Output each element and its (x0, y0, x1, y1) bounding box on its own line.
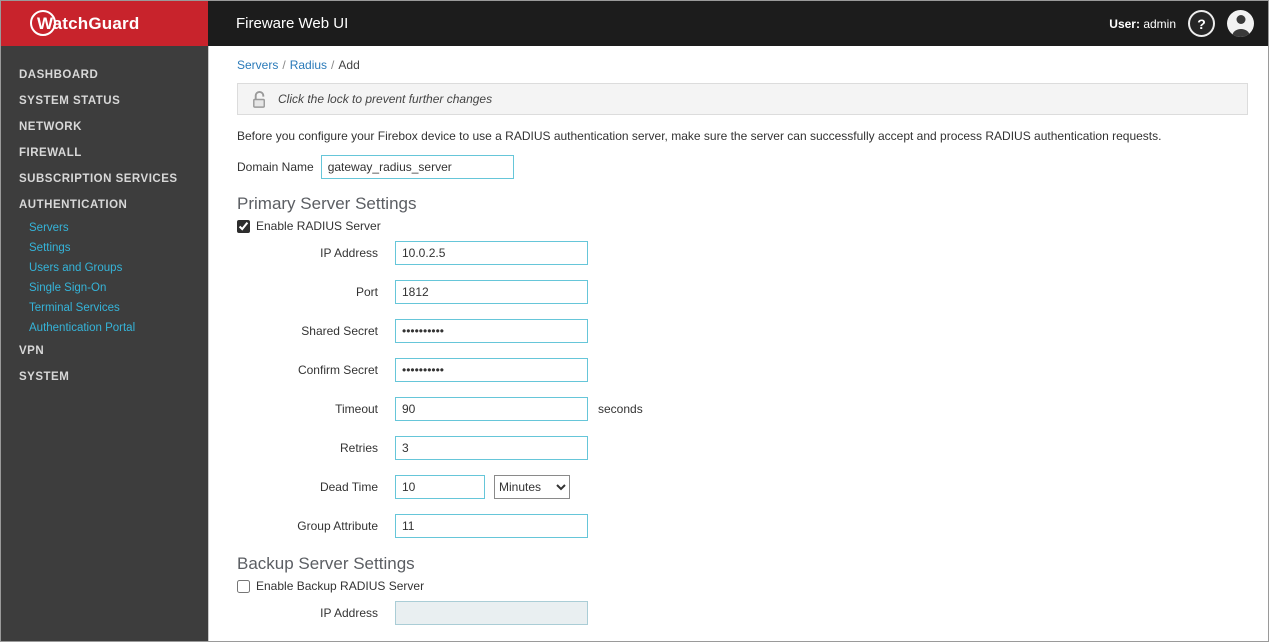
breadcrumb-link-radius[interactable]: Radius (290, 58, 327, 72)
shared-secret-label: Shared Secret (301, 324, 378, 338)
enable-radius-server-row[interactable]: Enable RADIUS Server (237, 219, 1248, 233)
watchguard-logo[interactable]: WatchGuard (1, 1, 208, 46)
watchguard-logo-text: WatchGuard (37, 13, 140, 33)
app-title: Fireware Web UI (236, 15, 349, 32)
enable-backup-radius-server-label: Enable Backup RADIUS Server (256, 579, 425, 593)
retries-label: Retries (339, 441, 378, 455)
retries-row: Retries (237, 436, 1248, 460)
sidebar-item-servers[interactable]: Servers (1, 218, 208, 238)
retries-input[interactable] (395, 436, 588, 460)
dead-time-unit-select[interactable]: Minutes (494, 475, 570, 499)
confirm-secret-input[interactable] (395, 358, 588, 382)
sidebar-item-subscription-services[interactable]: SUBSCRIPTION SERVICES (1, 166, 208, 192)
body-row: DASHBOARD SYSTEM STATUS NETWORK FIREWALL… (1, 46, 1268, 641)
domain-name-input[interactable] (320, 155, 514, 179)
sidebar-item-authentication[interactable]: AUTHENTICATION (1, 192, 208, 218)
fireware-web-ui-window: WatchGuard Fireware Web UI User: admin ?… (0, 0, 1269, 642)
dead-time-input[interactable] (395, 475, 485, 499)
breadcrumb-current: Add (338, 58, 360, 72)
main-content: Servers / Radius / Add Click the lock to pre… (208, 46, 1268, 641)
group-attribute-row: Group Attribute (237, 514, 1248, 538)
sidebar-item-terminal-services[interactable]: Terminal Services (1, 298, 208, 318)
sidebar-item-firewall[interactable]: FIREWALL (1, 140, 208, 166)
enable-backup-radius-server-row[interactable]: Enable Backup RADIUS Server (237, 579, 1248, 593)
sidebar-item-single-sign-on[interactable]: Single Sign-On (1, 278, 208, 298)
shared-secret-input[interactable] (395, 319, 588, 343)
intro-text: Before you configure your Firebox device… (237, 129, 1162, 143)
avatar-head-shape (1236, 15, 1245, 24)
dead-time-row: Dead Time Minutes (237, 475, 1248, 499)
domain-name-row: Domain Name (237, 155, 1248, 179)
backup-ip-address-label: IP Address (320, 606, 378, 620)
help-glyph: ? (1197, 15, 1206, 32)
sidebar-item-settings[interactable]: Settings (1, 238, 208, 258)
group-attribute-input[interactable] (395, 514, 588, 538)
timeout-label: Timeout (335, 402, 378, 416)
port-label: Port (355, 285, 378, 299)
avatar-body-shape (1232, 29, 1249, 37)
timeout-input[interactable] (395, 397, 588, 421)
group-attribute-label: Group Attribute (297, 519, 378, 533)
topbar-right: User: admin ? (1109, 10, 1268, 37)
sidebar-item-system-status[interactable]: SYSTEM STATUS (1, 88, 208, 114)
lock-banner[interactable]: Click the lock to prevent further change… (237, 83, 1248, 115)
breadcrumb-link-servers[interactable]: Servers (237, 58, 278, 72)
enable-backup-radius-server-checkbox[interactable] (237, 579, 250, 593)
backup-ip-address-row: IP Address (237, 601, 1248, 625)
sidebar-item-users-and-groups[interactable]: Users and Groups (1, 258, 208, 278)
user-indicator: User: admin (1109, 17, 1176, 31)
backup-ip-address-input (395, 601, 588, 625)
top-bar: WatchGuard Fireware Web UI User: admin ? (1, 1, 1268, 46)
lock-notice-text: Click the lock to prevent further change… (278, 92, 493, 106)
user-name: admin (1143, 16, 1176, 31)
sidebar-item-vpn[interactable]: VPN (1, 338, 208, 364)
ip-address-label: IP Address (320, 246, 378, 260)
domain-name-label: Domain Name (237, 160, 314, 174)
breadcrumb: Servers / Radius / Add (237, 58, 1248, 73)
sidebar-item-network[interactable]: NETWORK (1, 114, 208, 140)
enable-radius-server-checkbox[interactable] (237, 219, 250, 233)
timeout-suffix: seconds (598, 402, 643, 416)
confirm-secret-row: Confirm Secret (237, 358, 1248, 382)
breadcrumb-separator: / (331, 58, 335, 72)
confirm-secret-label: Confirm Secret (297, 363, 378, 377)
shared-secret-row: Shared Secret (237, 319, 1248, 343)
sidebar-nav: DASHBOARD SYSTEM STATUS NETWORK FIREWALL… (1, 46, 208, 641)
primary-server-settings-heading: Primary Server Settings (237, 194, 417, 213)
enable-radius-server-label: Enable RADIUS Server (256, 219, 381, 233)
dead-time-label: Dead Time (319, 480, 378, 494)
sidebar-item-authentication-portal[interactable]: Authentication Portal (1, 318, 208, 338)
help-icon[interactable]: ? (1188, 10, 1215, 37)
sidebar-item-dashboard[interactable]: DASHBOARD (1, 62, 208, 88)
user-label: User: (1109, 16, 1140, 31)
user-avatar-icon[interactable] (1227, 10, 1254, 37)
timeout-row: Timeout seconds (237, 397, 1248, 421)
port-input[interactable] (395, 280, 588, 304)
breadcrumb-separator: / (282, 58, 286, 72)
ip-address-input[interactable] (395, 241, 588, 265)
ip-address-row: IP Address (237, 241, 1248, 265)
port-row: Port (237, 280, 1248, 304)
backup-server-settings-heading: Backup Server Settings (237, 554, 415, 573)
sidebar-item-system[interactable]: SYSTEM (1, 364, 208, 390)
open-lock-icon (253, 90, 265, 108)
